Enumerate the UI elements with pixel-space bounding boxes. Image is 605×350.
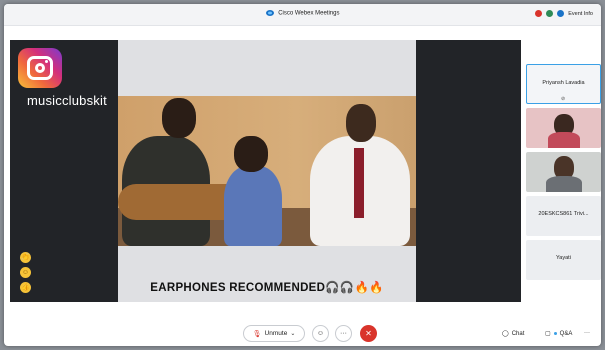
leave-meeting-button[interactable]: ✕ [360,325,377,342]
participant-video-tile[interactable] [526,108,601,148]
chevron-down-icon: ⌄ [290,331,296,337]
headphones-fire-icon: 🎧🎧🔥🔥 [325,282,384,294]
singer-figure [224,166,282,246]
window-title: Cisco Webex Meetings [4,10,601,17]
participant-tile[interactable]: 20ESKCS861 Trivi... [526,196,601,236]
video-caption: EARPHONES RECOMMENDED🎧🎧🔥🔥 [150,282,384,294]
qa-button[interactable]: ▢ Q&A [545,330,572,338]
title-bar: Cisco Webex Meetings Event Info [4,4,601,26]
more-options-button[interactable]: ··· [335,325,352,342]
participant-name: 20ESKCS861 Trivi... [538,211,589,217]
reactions-button[interactable]: ☺ [312,325,329,342]
recording-icon [535,10,543,17]
participant-name: Yayati [556,255,571,261]
mic-muted-icon: ⊘ [561,96,566,102]
instagram-logo-icon [18,48,62,88]
smile-icon[interactable]: ☺ [20,267,31,278]
chat-button[interactable]: ◯ Chat [502,330,524,338]
shared-video-panel: EARPHONES RECOMMENDED🎧🎧🔥🔥 [118,40,416,302]
participant-name: Priyansh Lavadia [542,80,585,86]
qa-icon: ▢ [545,331,551,337]
mic-off-icon: 🎙 [252,330,262,338]
webex-logo-icon [265,10,274,16]
clap-icon[interactable]: 👏 [20,252,31,263]
info-icon[interactable] [557,10,565,17]
title-right-group: Event Info [535,10,593,17]
webex-window: Cisco Webex Meetings Event Info musicclu… [4,4,601,346]
brand-handle: musicclubskit [27,93,107,108]
music-video-frame [118,96,416,246]
participant-tile[interactable]: Yayati [526,240,601,280]
event-info-link[interactable]: Event Info [568,11,593,17]
chat-icon: ◯ [502,331,509,337]
participant-tile[interactable]: Priyansh Lavadia ⊘ [526,64,601,104]
meeting-controls: 🎙 Unmute ⌄ ☺ ··· ✕ ◯ Chat ▢ Q&A ··· [4,320,601,346]
participant-video-tile[interactable] [526,152,601,192]
stage-right-panel [416,40,521,302]
thumbs-up-icon[interactable]: 👍 [20,282,31,293]
reactions-bar: 👏 ☺ 👍 [20,252,31,293]
participant-list: Priyansh Lavadia ⊘ 20ESKCS861 Trivi... Y… [526,64,601,284]
connection-icon [546,10,554,17]
stage-left-panel: musicclubskit 👏 ☺ 👍 [10,40,118,302]
unmute-button[interactable]: 🎙 Unmute ⌄ [243,325,305,342]
main-stage: musicclubskit 👏 ☺ 👍 EARPHONES RECOMMENDE… [10,40,521,302]
more-menu-button[interactable]: ··· [584,330,590,336]
